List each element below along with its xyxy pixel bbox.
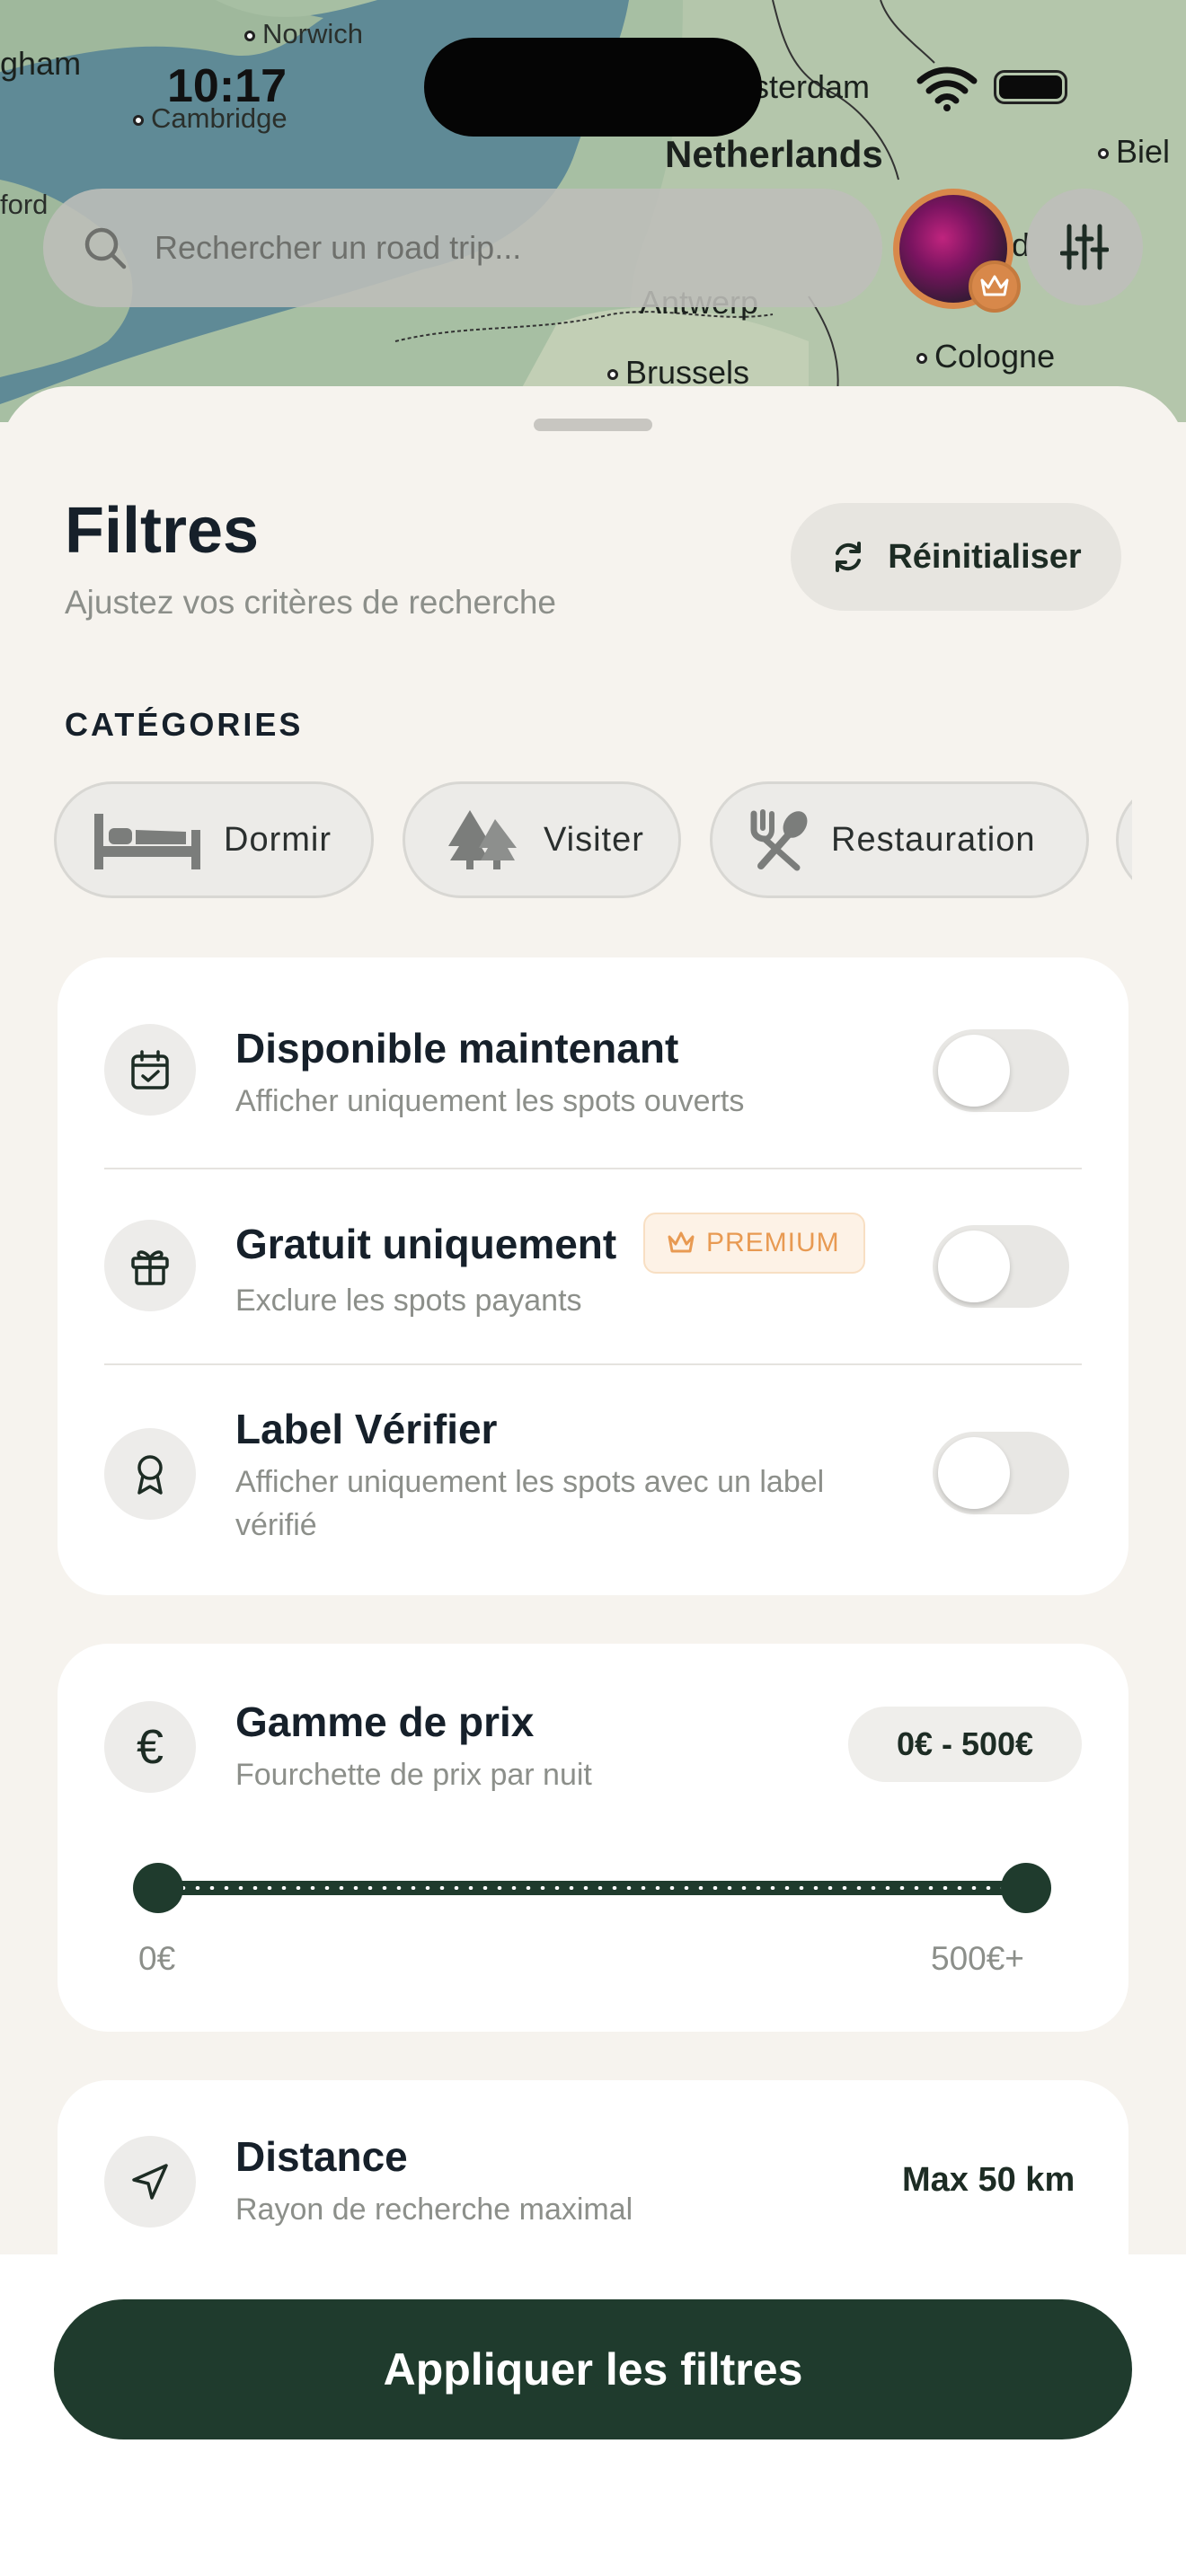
row-icon-price: € <box>104 1701 196 1793</box>
premium-badge: PREMIUM <box>643 1213 865 1274</box>
chip-dormir[interactable]: Dormir <box>54 781 374 898</box>
utensils-icon <box>750 809 808 871</box>
map-label-ford: ford <box>0 189 49 220</box>
row-icon-distance <box>104 2136 196 2228</box>
chip-more[interactable] <box>1116 781 1132 898</box>
sliders-icon <box>1060 224 1109 270</box>
battery-icon <box>994 70 1067 104</box>
sheet-title: Filtres <box>65 495 260 567</box>
chip-visiter[interactable]: Visiter <box>403 781 681 898</box>
distance-title: Distance <box>235 2133 408 2180</box>
search-placeholder: Rechercher un road trip... <box>155 229 522 266</box>
map-label-cologne: Cologne <box>916 338 1055 375</box>
free-title: Gratuit uniquement <box>235 1221 617 1267</box>
chip-restauration-label: Restauration <box>831 820 1036 859</box>
map-label-gham: gham <box>0 45 82 82</box>
sheet-grabber[interactable] <box>534 419 652 431</box>
gift-icon <box>131 1250 169 1285</box>
crown-icon <box>668 1231 695 1253</box>
categories-label: CATÉGORIES <box>65 706 304 743</box>
euro-icon: € <box>136 1720 164 1774</box>
chip-restauration[interactable]: Restauration <box>710 781 1089 898</box>
price-slider-max-thumb[interactable] <box>1001 1863 1051 1913</box>
search-input[interactable]: Rechercher un road trip... <box>43 189 882 307</box>
status-time: 10:17 <box>167 60 287 112</box>
price-slider-fill <box>176 1886 1008 1890</box>
map-label-biel: Biel <box>1098 133 1170 171</box>
premium-label: PREMIUM <box>706 1228 840 1257</box>
verified-toggle[interactable] <box>933 1432 1069 1514</box>
reset-button[interactable]: Réinitialiser <box>791 503 1121 611</box>
apply-filters-button[interactable]: Appliquer les filtres <box>54 2299 1132 2439</box>
distance-subtitle: Rayon de recherche maximal <box>235 2192 633 2227</box>
price-min-label: 0€ <box>138 1940 176 1977</box>
chip-visiter-label: Visiter <box>544 820 644 859</box>
wifi-icon <box>916 66 978 111</box>
price-slider-min-thumb[interactable] <box>133 1863 183 1913</box>
divider <box>104 1168 1082 1169</box>
available-subtitle: Afficher uniquement les spots ouverts <box>235 1084 745 1118</box>
crown-icon <box>969 260 1021 313</box>
map-label-netherlands: Netherlands <box>665 133 883 175</box>
available-title: Disponible maintenant <box>235 1025 679 1072</box>
price-range-badge: 0€ - 500€ <box>848 1707 1082 1782</box>
available-toggle[interactable] <box>933 1029 1069 1112</box>
verified-subtitle: Afficher uniquement les spots avec un la… <box>235 1465 825 1542</box>
reset-label: Réinitialiser <box>888 537 1082 576</box>
calendar-check-icon <box>131 1050 169 1090</box>
award-icon <box>137 1455 163 1495</box>
navigation-icon <box>132 2164 168 2200</box>
price-max-label: 500€+ <box>931 1940 1024 1977</box>
bed-icon <box>94 814 200 869</box>
filter-button[interactable] <box>1026 189 1143 305</box>
category-chips: Dormir Visiter Restauration <box>54 781 1132 902</box>
price-title: Gamme de prix <box>235 1698 535 1745</box>
dynamic-island <box>424 38 762 137</box>
map-label-amsterdam: sterdam <box>753 68 871 105</box>
map-label-norwich: Norwich <box>244 18 363 50</box>
price-subtitle: Fourchette de prix par nuit <box>235 1758 592 1792</box>
row-icon-label <box>104 1428 196 1520</box>
distance-value: Max 50 km <box>902 2161 1075 2199</box>
divider <box>104 1363 1082 1365</box>
sheet-subtitle: Ajustez vos critères de recherche <box>65 584 557 621</box>
row-icon-available <box>104 1024 196 1116</box>
free-toggle[interactable] <box>933 1225 1069 1308</box>
refresh-icon <box>836 542 862 572</box>
trees-icon <box>448 810 517 869</box>
row-icon-free <box>104 1220 196 1311</box>
chip-dormir-label: Dormir <box>224 820 332 859</box>
verified-title: Label Vérifier <box>235 1406 498 1452</box>
free-subtitle: Exclure les spots payants <box>235 1284 582 1318</box>
search-icon <box>84 227 127 269</box>
